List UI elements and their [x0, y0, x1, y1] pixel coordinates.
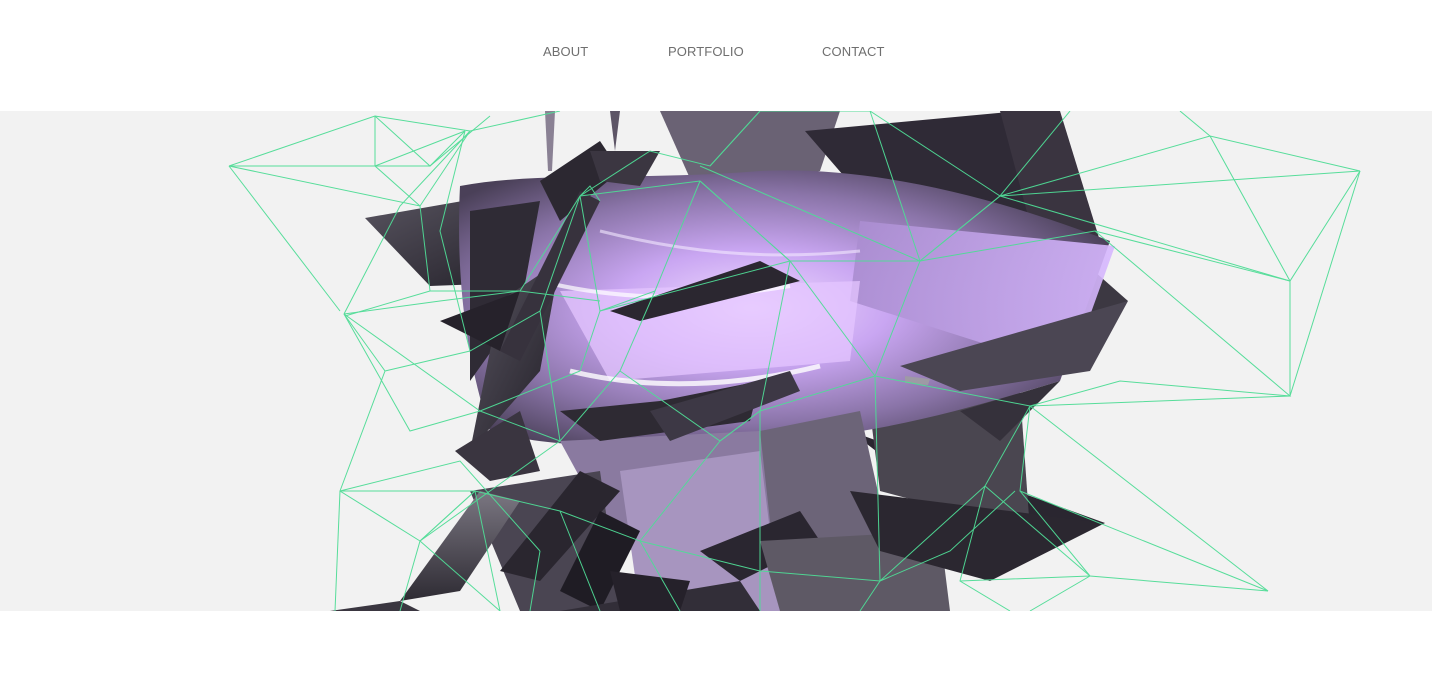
top-navigation: ABOUT PORTFOLIO CONTACT	[0, 0, 1432, 111]
nav-link-about[interactable]: ABOUT	[543, 44, 588, 59]
hero-canvas[interactable]	[0, 111, 1432, 611]
hero-3d-artwork	[228, 111, 1361, 611]
nav-link-portfolio[interactable]: PORTFOLIO	[668, 44, 744, 59]
nav-link-contact[interactable]: CONTACT	[822, 44, 885, 59]
page-footer-space	[0, 611, 1432, 696]
